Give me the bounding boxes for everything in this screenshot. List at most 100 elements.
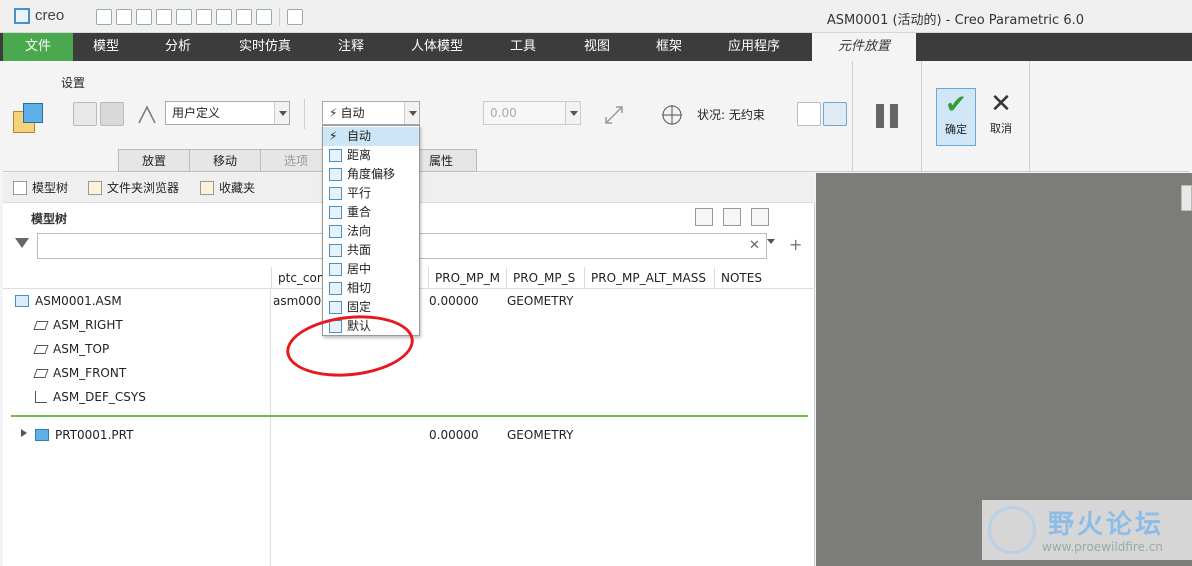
menu-annotate[interactable]: 注释 bbox=[320, 33, 382, 61]
chevron-down-icon bbox=[565, 102, 580, 124]
tab-folder-browser[interactable]: 文件夹浏览器 bbox=[88, 179, 179, 196]
user-defined-icon[interactable] bbox=[73, 102, 97, 126]
tree-item-name: PRT0001.PRT bbox=[55, 428, 134, 442]
menu-tools[interactable]: 工具 bbox=[492, 33, 554, 61]
dropdown-item-distance[interactable]: 距离 bbox=[323, 146, 419, 165]
datum-plane-icon bbox=[33, 344, 49, 354]
tab-placement[interactable]: 放置 bbox=[118, 149, 190, 172]
dropdown-item-tangent[interactable]: 相切 bbox=[323, 279, 419, 298]
dropdown-item-angle-offset[interactable]: 角度偏移 bbox=[323, 165, 419, 184]
column-pro-mp-source[interactable]: PRO_MP_S bbox=[506, 267, 586, 289]
dropdown-item-fixed[interactable]: 固定 bbox=[323, 298, 419, 317]
component-placement-icon bbox=[13, 103, 45, 135]
offset-input[interactable]: 0.00 bbox=[483, 101, 581, 125]
flip-offset-icon[interactable] bbox=[601, 102, 625, 126]
window-title: ASM0001 (活动的) - Creo Parametric 6.0 bbox=[826, 13, 1084, 28]
chevron-down-icon[interactable] bbox=[767, 239, 775, 244]
divider bbox=[852, 61, 853, 171]
menu-view[interactable]: 视图 bbox=[566, 33, 628, 61]
menu-human-model[interactable]: 人体模型 bbox=[400, 33, 474, 61]
tab-favorites[interactable]: 收藏夹 bbox=[200, 179, 255, 196]
tab-move[interactable]: 移动 bbox=[189, 149, 261, 172]
customize-toolbar-icon[interactable] bbox=[287, 9, 303, 25]
redo-icon[interactable] bbox=[176, 9, 192, 25]
ok-button[interactable]: ✔ 确定 bbox=[936, 88, 976, 146]
assembly-window-icon[interactable] bbox=[823, 102, 847, 126]
tree-item-name: ASM_FRONT bbox=[53, 366, 127, 380]
constraint-status: 状况: 无约束 bbox=[697, 108, 765, 122]
lightning-icon: ⚡ bbox=[329, 129, 338, 143]
undo-icon[interactable] bbox=[156, 9, 172, 25]
tree-item-label-group: ASM_RIGHT bbox=[33, 313, 123, 337]
constraint-set-value: 用户定义 bbox=[172, 106, 221, 120]
menu-framework[interactable]: 框架 bbox=[640, 33, 698, 61]
tab-model-tree[interactable]: 模型树 bbox=[13, 179, 68, 196]
new-file-icon[interactable] bbox=[96, 9, 112, 25]
cancel-label: 取消 bbox=[990, 122, 1012, 135]
quick-access-toolbar bbox=[96, 8, 303, 26]
tab-model-tree-label: 模型树 bbox=[32, 181, 69, 195]
add-icon[interactable]: + bbox=[789, 235, 802, 254]
windows-icon[interactable] bbox=[216, 9, 232, 25]
dropdown-item-normal[interactable]: 法向 bbox=[323, 222, 419, 241]
dropdown-item-coincident[interactable]: 重合 bbox=[323, 203, 419, 222]
normal-icon bbox=[329, 225, 342, 238]
watermark-url: www.proewildfire.cn bbox=[1042, 540, 1163, 554]
menu-file[interactable]: 文件 bbox=[3, 33, 73, 61]
settings-icon[interactable] bbox=[695, 208, 713, 226]
dropdown-item-automatic[interactable]: ⚡ 自动 bbox=[323, 127, 419, 146]
favorites-icon bbox=[200, 180, 214, 195]
pause-icon[interactable] bbox=[876, 104, 900, 128]
panel-handle[interactable] bbox=[1181, 185, 1192, 211]
appearance-icon[interactable] bbox=[236, 9, 252, 25]
setup-label: 设置 bbox=[61, 76, 86, 90]
constraint-set-select[interactable]: 用户定义 bbox=[165, 101, 290, 125]
close-window-icon[interactable] bbox=[256, 9, 272, 25]
constraint-type-select[interactable]: ⚡ 自动 bbox=[322, 101, 420, 125]
filter-icon bbox=[15, 238, 29, 248]
rigid-body-icon[interactable] bbox=[100, 102, 124, 126]
offset-value: 0.00 bbox=[490, 106, 517, 120]
angle-offset-icon bbox=[329, 168, 342, 181]
flip-constraint-icon[interactable] bbox=[134, 102, 158, 126]
centered-icon bbox=[329, 263, 342, 276]
ok-label: 确定 bbox=[945, 123, 967, 136]
tree-item-label-group: ASM0001.ASM bbox=[15, 289, 122, 313]
part-icon bbox=[35, 429, 49, 441]
datum-plane-icon bbox=[33, 368, 49, 378]
tree-item-name: ASM0001.ASM bbox=[35, 294, 122, 308]
dropdown-item-label: 角度偏移 bbox=[347, 167, 396, 181]
clear-icon[interactable]: ✕ bbox=[749, 238, 760, 253]
chevron-down-icon bbox=[404, 102, 419, 124]
dropdown-item-parallel[interactable]: 平行 bbox=[323, 184, 419, 203]
menu-model[interactable]: 模型 bbox=[73, 33, 139, 61]
show-icon[interactable] bbox=[723, 208, 741, 226]
save-icon[interactable] bbox=[136, 9, 152, 25]
tree-item-label-group: ASM_TOP bbox=[33, 337, 109, 361]
tree-filter-icon[interactable] bbox=[751, 208, 769, 226]
menu-analysis[interactable]: 分析 bbox=[145, 33, 211, 61]
dropdown-item-centered[interactable]: 居中 bbox=[323, 260, 419, 279]
cancel-button[interactable]: ✕ 取消 bbox=[981, 88, 1021, 146]
menu-bar: 文件 模型 分析 实时仿真 注释 人体模型 工具 视图 框架 应用程序 元件放置 bbox=[0, 33, 1192, 61]
insert-here-indicator[interactable] bbox=[11, 415, 808, 417]
column-pro-mp-mass[interactable]: PRO_MP_M bbox=[428, 267, 506, 289]
menu-applications[interactable]: 应用程序 bbox=[712, 33, 796, 61]
tree-row[interactable]: PRT0001.PRT 0.00000 GEOMETRY bbox=[3, 423, 815, 447]
title-bar: creo ASM0001 (活动的) - Creo Parametric 6.0 bbox=[0, 0, 1192, 33]
open-file-icon[interactable] bbox=[116, 9, 132, 25]
checkmark-icon: ✔ bbox=[945, 90, 967, 120]
separate-window-icon[interactable] bbox=[797, 102, 821, 126]
regenerate-icon[interactable] bbox=[196, 9, 212, 25]
menu-component-placement[interactable]: 元件放置 bbox=[812, 33, 916, 61]
model-tree-title: 模型树 bbox=[31, 212, 68, 226]
model-tree-icon bbox=[13, 180, 27, 195]
ribbon: 设置 用户定义 ⚡ 自动 0.00 状况: 无约束 ✔ 确定 ✕ 取消 放置 移动… bbox=[3, 61, 1189, 172]
tree-row[interactable]: ASM_FRONT bbox=[3, 361, 815, 385]
column-alt-mass[interactable]: PRO_MP_ALT_MASS bbox=[584, 267, 714, 289]
tab-favorites-label: 收藏夹 bbox=[219, 181, 256, 195]
dropdown-item-coplanar[interactable]: 共面 bbox=[323, 241, 419, 260]
menu-simulation[interactable]: 实时仿真 bbox=[228, 33, 302, 61]
tree-row[interactable]: ASM_DEF_CSYS bbox=[3, 385, 815, 409]
column-notes[interactable]: NOTES bbox=[714, 267, 794, 289]
